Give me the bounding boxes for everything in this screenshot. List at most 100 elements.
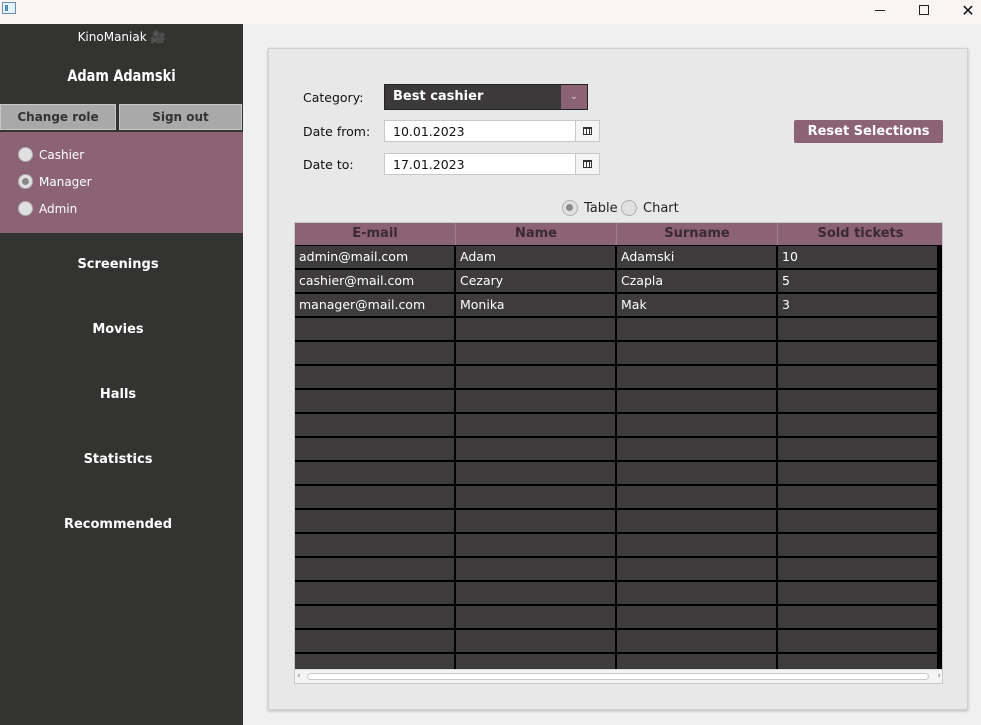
nav-recommended[interactable]: Recommended [0, 517, 236, 532]
table-cell: Mak [617, 294, 778, 316]
table-row[interactable] [295, 509, 939, 533]
table-row[interactable] [295, 437, 939, 461]
table-cell [617, 366, 778, 388]
table-row[interactable] [295, 581, 939, 605]
table-cell [456, 630, 617, 652]
nav-movies[interactable]: Movies [0, 322, 236, 337]
table-cell: 10 [778, 246, 939, 268]
table-cell: 3 [778, 294, 939, 316]
table-cell [778, 486, 939, 508]
sidebar: KinoManiak 🎥 Adam Adamski Change role Si… [0, 24, 243, 725]
table-cell [295, 606, 456, 628]
user-name: Adam Adamski [67, 66, 176, 85]
table-cell [617, 486, 778, 508]
column-header[interactable]: E-mail [295, 223, 456, 245]
table-row[interactable] [295, 629, 939, 653]
table-row[interactable] [295, 341, 939, 365]
view-chart-radio[interactable]: Chart [621, 200, 679, 216]
table-cell [456, 342, 617, 364]
table-cell [295, 366, 456, 388]
table-cell [617, 558, 778, 580]
view-chart-label: Chart [643, 200, 679, 216]
sign-out-button[interactable]: Sign out [119, 104, 242, 130]
date-to-picker[interactable]: 17.01.2023 [384, 153, 600, 175]
table-cell [617, 582, 778, 604]
scrollbar-thumb[interactable] [307, 673, 929, 680]
table-cell: Monika [456, 294, 617, 316]
radio-icon [18, 201, 33, 216]
table-row[interactable] [295, 413, 939, 437]
close-button[interactable]: ✕ [946, 0, 981, 20]
scroll-right-icon[interactable]: › [937, 670, 941, 683]
brand-label: KinoManiak 🎥 [77, 30, 166, 44]
view-table-radio[interactable]: Table [562, 200, 618, 216]
role-option-admin[interactable]: Admin [18, 201, 77, 216]
statistics-panel: Category: Best cashier ⌄ Date from: 10.0… [268, 48, 968, 710]
reset-selections-button[interactable]: Reset Selections [794, 120, 943, 143]
table-cell [617, 438, 778, 460]
table-cell [295, 630, 456, 652]
table-cell [456, 510, 617, 532]
table-row[interactable] [295, 533, 939, 557]
table-cell [295, 342, 456, 364]
table-row[interactable] [295, 389, 939, 413]
table-cell [456, 582, 617, 604]
statistics-table[interactable]: E-mail Name Surname Sold tickets admin@m… [294, 222, 943, 684]
chevron-down-icon: ⌄ [561, 85, 587, 109]
nav-screenings[interactable]: Screenings [0, 257, 236, 272]
date-from-picker[interactable]: 10.01.2023 [384, 120, 600, 142]
table-row[interactable] [295, 557, 939, 581]
table-cell [456, 486, 617, 508]
column-header[interactable]: Sold tickets [778, 223, 942, 245]
table-cell [778, 318, 939, 340]
table-cell [295, 582, 456, 604]
table-row[interactable]: admin@mail.com Adam Adamski 10 [295, 245, 939, 269]
table-cell [617, 390, 778, 412]
change-role-button[interactable]: Change role [0, 104, 116, 130]
title-bar: ✕ [0, 0, 981, 24]
table-cell [295, 462, 456, 484]
table-row[interactable]: manager@mail.com Monika Mak 3 [295, 293, 939, 317]
column-header[interactable]: Name [456, 223, 617, 245]
column-header[interactable]: Surname [617, 223, 778, 245]
scroll-left-icon[interactable]: ‹ [297, 670, 301, 683]
category-select[interactable]: Best cashier ⌄ [384, 84, 588, 110]
table-cell [295, 414, 456, 436]
table-row[interactable] [295, 365, 939, 389]
table-cell [456, 438, 617, 460]
table-cell [778, 342, 939, 364]
calendar-button[interactable] [575, 121, 599, 141]
table-cell [778, 390, 939, 412]
table-cell [295, 558, 456, 580]
nav-statistics[interactable]: Statistics [0, 452, 236, 467]
nav-halls[interactable]: Halls [0, 387, 236, 402]
table-cell [778, 630, 939, 652]
role-option-cashier[interactable]: Cashier [18, 147, 84, 162]
role-panel: Cashier Manager Admin [0, 132, 243, 233]
minimize-button[interactable] [858, 0, 902, 20]
table-cell: Cezary [456, 270, 617, 292]
category-label: Category: [303, 90, 364, 105]
table-cell [456, 606, 617, 628]
date-from-input[interactable]: 10.01.2023 [385, 121, 575, 141]
table-row[interactable] [295, 461, 939, 485]
table-cell [617, 318, 778, 340]
table-cell [456, 318, 617, 340]
table-cell [778, 534, 939, 556]
horizontal-scrollbar[interactable]: ‹ › [295, 669, 942, 683]
maximize-button[interactable] [902, 0, 946, 20]
calendar-button[interactable] [575, 154, 599, 174]
app-icon [2, 2, 16, 14]
table-cell [778, 462, 939, 484]
role-option-manager[interactable]: Manager [18, 174, 92, 189]
table-row[interactable] [295, 605, 939, 629]
date-from-label: Date from: [303, 124, 371, 139]
view-table-label: Table [584, 200, 618, 216]
table-row[interactable] [295, 317, 939, 341]
table-row[interactable] [295, 485, 939, 509]
table-row[interactable]: cashier@mail.com Cezary Czapla 5 [295, 269, 939, 293]
table-cell [456, 534, 617, 556]
date-to-input[interactable]: 17.01.2023 [385, 154, 575, 174]
role-label: Cashier [39, 147, 85, 162]
calendar-icon [583, 127, 592, 135]
